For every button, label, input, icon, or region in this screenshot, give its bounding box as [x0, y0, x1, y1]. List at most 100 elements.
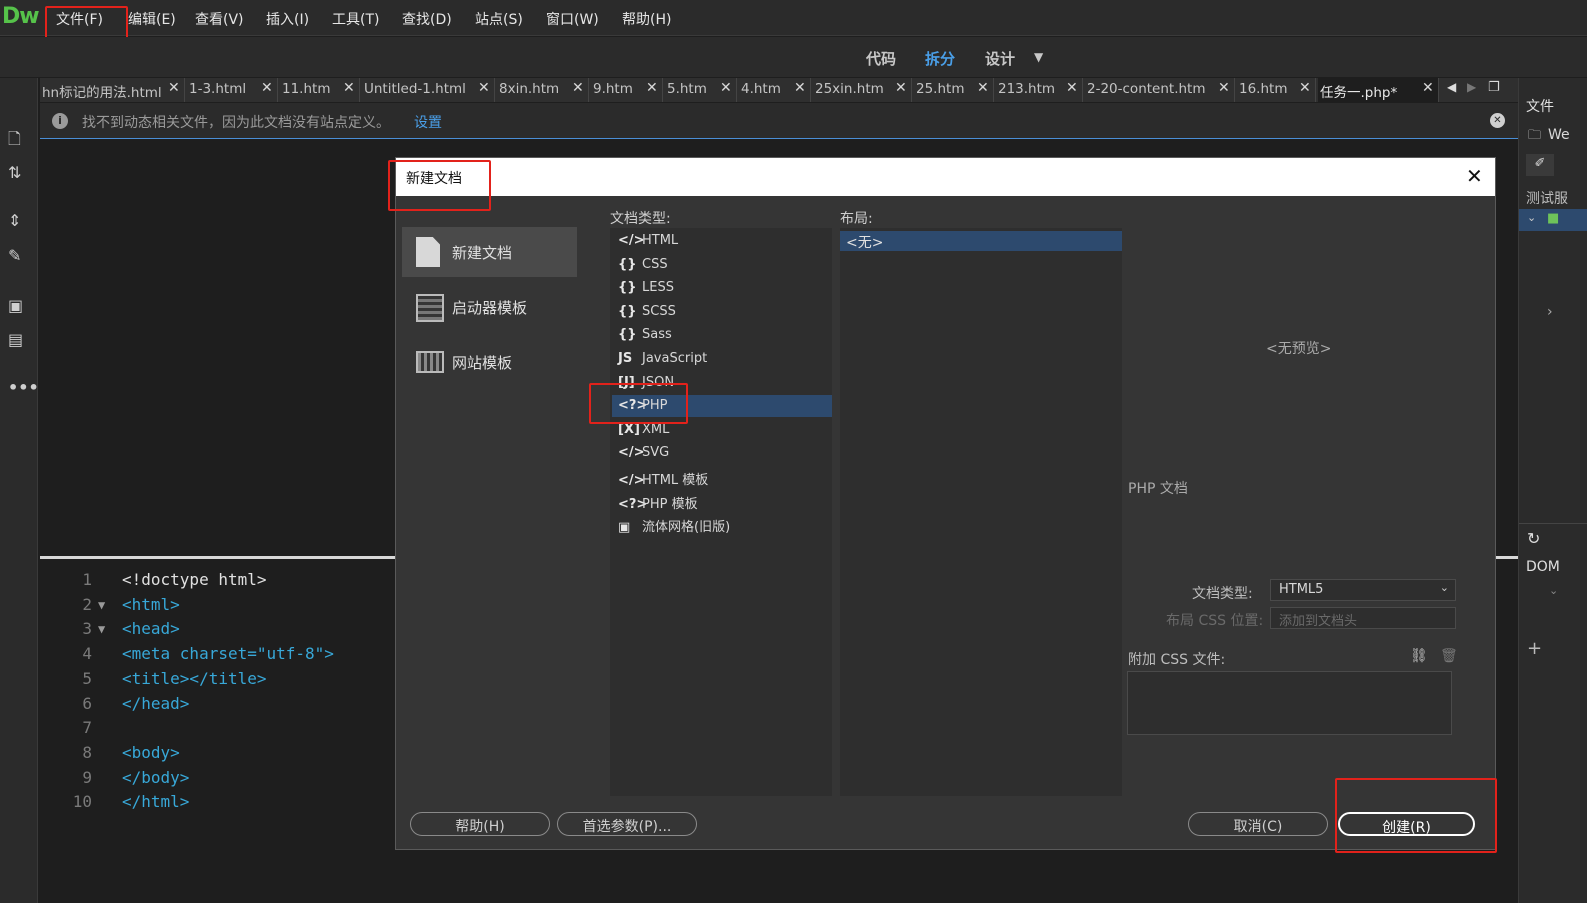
document-tab[interactable]: Untitled-1.html ✕	[362, 78, 495, 102]
line-number: 4	[82, 644, 92, 664]
doc-type-item[interactable]: {} CSS	[612, 254, 832, 276]
document-tab[interactable]: 2-20-content.htm ✕	[1085, 78, 1235, 102]
view-dropdown-icon[interactable]: ▼	[1034, 50, 1043, 64]
doc-type-icon: {}	[618, 303, 637, 319]
doc-type-item[interactable]: JS JavaScript	[612, 348, 832, 370]
chevron-down-icon: ⌄	[1439, 581, 1449, 594]
doctype-select[interactable]: HTML5 ⌄	[1270, 579, 1456, 601]
link-icon[interactable]: ⛓	[1410, 648, 1428, 664]
tab-close-icon[interactable]: ✕	[1218, 80, 1230, 96]
site-template-icon	[416, 351, 444, 373]
doc-type-item[interactable]: </>HTML 模板	[612, 466, 832, 488]
dialog-close-icon[interactable]: ✕	[1466, 164, 1483, 188]
site-name[interactable]: We	[1548, 127, 1570, 143]
document-tab[interactable]: 9.htm ✕	[591, 78, 663, 102]
tab-close-icon[interactable]: ✕	[572, 80, 584, 96]
menu-view[interactable]: 查看(V)	[195, 9, 244, 29]
view-split-button[interactable]: 拆分	[925, 48, 955, 69]
menu-insert[interactable]: 插入(I)	[266, 9, 309, 29]
doc-type-icon: </>	[618, 445, 645, 461]
layout-heading: 布局:	[840, 211, 873, 227]
doc-type-item[interactable]: </>HTML	[612, 230, 832, 252]
tab-close-icon[interactable]: ✕	[1299, 80, 1311, 96]
tab-close-icon[interactable]: ✕	[478, 80, 490, 96]
category-site-templates[interactable]: 网站模板	[402, 337, 577, 387]
menu-find[interactable]: 查找(D)	[402, 9, 452, 29]
menu-window[interactable]: 窗口(W)	[546, 9, 599, 29]
menu-help[interactable]: 帮助(H)	[622, 9, 671, 29]
layout-item-none[interactable]: <无>	[840, 231, 1122, 251]
document-tab[interactable]: 8xin.htm ✕	[497, 78, 589, 102]
tab-close-icon[interactable]: ✕	[977, 80, 989, 96]
doc-type-item[interactable]: {} Sass	[612, 324, 832, 346]
category-new-document[interactable]: 新建文档	[402, 227, 577, 277]
tab-close-icon[interactable]: ✕	[261, 80, 273, 96]
fold-icon[interactable]: ▼	[98, 622, 105, 636]
category-starter-templates[interactable]: 启动器模板	[402, 282, 577, 332]
tab-close-icon[interactable]: ✕	[1422, 80, 1434, 96]
close-info-icon[interactable]: ✕	[1490, 113, 1505, 128]
preferences-button[interactable]: 首选参数(P)...	[557, 812, 697, 836]
tab-scroll-left-icon[interactable]: ◀	[1447, 80, 1456, 94]
panel-expand-icon[interactable]: ›	[1547, 304, 1553, 320]
tab-label: hn标记的用法.html	[42, 85, 162, 101]
green-folder-icon: ■	[1547, 211, 1560, 226]
document-tab[interactable]: hn标记的用法.html ✕	[40, 78, 185, 102]
doc-type-label: SVG	[642, 445, 670, 461]
refresh-icon[interactable]: ↻	[1527, 529, 1540, 548]
menu-site[interactable]: 站点(S)	[475, 9, 523, 29]
cancel-button[interactable]: 取消(C)	[1188, 812, 1328, 836]
tab-close-icon[interactable]: ✕	[1066, 80, 1078, 96]
tab-close-icon[interactable]: ✕	[720, 80, 732, 96]
tab-close-icon[interactable]: ✕	[895, 80, 907, 96]
new-file-icon[interactable]: 🗋	[8, 128, 21, 155]
restore-window-icon[interactable]: ❐	[1488, 80, 1500, 95]
expand-icon[interactable]: ⇕	[8, 211, 21, 230]
document-tab[interactable]: 1-3.html ✕	[187, 78, 278, 102]
document-tab[interactable]: 16.htm ✕	[1237, 78, 1316, 102]
menu-tools[interactable]: 工具(T)	[332, 9, 379, 29]
tab-close-icon[interactable]: ✕	[794, 80, 806, 96]
help-button[interactable]: 帮助(H)	[410, 812, 550, 836]
test-server-row[interactable]: ⌄ ■	[1519, 209, 1587, 231]
menu-edit[interactable]: 编辑(E)	[128, 9, 176, 29]
doc-type-label: HTML 模板	[642, 473, 709, 488]
files-panel-tab[interactable]: 文件	[1526, 96, 1554, 116]
code-editor[interactable]: 1 <!doctype html> 2 ▼ <html> 3 ▼ <head> 4 <meta c…	[40, 565, 400, 903]
doc-type-item[interactable]: <?>PHP 模板	[612, 490, 832, 512]
doc-type-item[interactable]: </>SVG	[612, 442, 832, 464]
connect-icon[interactable]: ✐	[1526, 154, 1554, 176]
category-label: 网站模板	[452, 354, 513, 372]
tab-close-icon[interactable]: ✕	[168, 80, 180, 96]
add-icon[interactable]: +	[1527, 638, 1542, 659]
brush-icon[interactable]: ✎	[8, 246, 21, 265]
code-line: </html>	[122, 792, 190, 812]
dialog-title-bar: 新建文档 ✕	[396, 158, 1495, 196]
document-tab[interactable]: 11.htm ✕	[280, 78, 360, 102]
view-design-button[interactable]: 设计	[985, 48, 1015, 69]
document-tab[interactable]: 25xin.htm ✕	[813, 78, 912, 102]
format-icon[interactable]: ▤	[8, 330, 23, 349]
document-tab[interactable]: 5.htm ✕	[665, 78, 737, 102]
doc-description: PHP 文档	[1128, 481, 1188, 497]
document-tab[interactable]: 任务一.php* ✕	[1318, 78, 1439, 102]
comment-icon[interactable]: ▣	[8, 296, 23, 315]
line-number: 9	[82, 767, 92, 787]
document-tab[interactable]: 25.htm ✕	[914, 78, 994, 102]
attach-css-list[interactable]	[1127, 671, 1452, 735]
doc-type-item[interactable]: {} SCSS	[612, 301, 832, 323]
info-message: 找不到动态相关文件，因为此文档没有站点定义。	[82, 115, 390, 131]
tab-close-icon[interactable]: ✕	[646, 80, 658, 96]
info-settings-link[interactable]: 设置	[414, 112, 442, 132]
doc-type-item[interactable]: ▣ 流体网格(旧版)	[612, 513, 832, 535]
document-tab[interactable]: 4.htm ✕	[739, 78, 811, 102]
view-code-button[interactable]: 代码	[866, 48, 896, 69]
tab-close-icon[interactable]: ✕	[343, 80, 355, 96]
more-icon[interactable]: •••	[8, 378, 39, 397]
sort-icon[interactable]: ⇅	[8, 163, 21, 182]
fold-icon[interactable]: ▼	[98, 598, 105, 612]
dom-panel-tab[interactable]: DOM	[1526, 559, 1560, 575]
doc-type-item[interactable]: {} LESS	[612, 277, 832, 299]
document-tab[interactable]: 213.htm ✕	[996, 78, 1083, 102]
tab-scroll-right-icon[interactable]: ▶	[1467, 80, 1476, 94]
